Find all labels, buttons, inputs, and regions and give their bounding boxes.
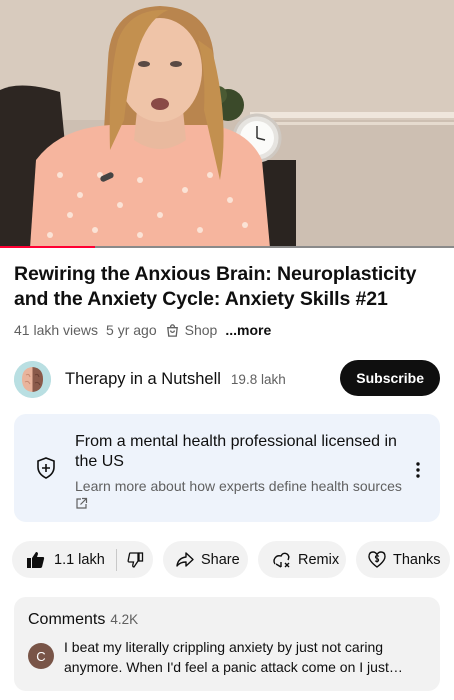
thanks-label: Thanks	[393, 551, 441, 568]
thumbs-down-icon[interactable]	[127, 551, 144, 568]
video-player[interactable]	[0, 0, 454, 248]
video-progress-fill	[0, 246, 96, 248]
video-progress-bar[interactable]	[0, 246, 454, 248]
video-meta-row[interactable]: 41 lakh views 5 yr ago Shop ...more	[14, 322, 279, 338]
thumbs-up-icon[interactable]	[26, 551, 45, 569]
action-bar: 1.1 lakh Share Remix Thanks	[12, 541, 450, 578]
shop-link[interactable]: Shop	[165, 322, 218, 338]
comments-section[interactable]: Comments 4.2K C I beat my literally cripp…	[14, 597, 440, 691]
commenter-avatar[interactable]: C	[28, 643, 54, 669]
more-button[interactable]: ...more	[225, 322, 271, 338]
kebab-menu-icon[interactable]	[416, 462, 420, 478]
view-count: 41 lakh views	[14, 322, 99, 338]
health-learn-more-text: Learn more about how experts define heal…	[75, 478, 402, 494]
brain-logo-icon	[14, 360, 51, 398]
like-dislike-divider	[115, 548, 117, 571]
thanks-heart-dollar-icon	[368, 551, 386, 568]
subscribe-button[interactable]: Subscribe	[340, 360, 440, 396]
shop-label: Shop	[184, 322, 218, 338]
health-card-title: From a mental health professional licens…	[75, 433, 397, 470]
external-link-icon	[76, 497, 88, 509]
share-button[interactable]: Share	[163, 541, 248, 578]
comments-count: 4.2K	[110, 612, 139, 627]
channel-avatar[interactable]	[14, 360, 51, 398]
video-title: Rewiring the Anxious Brain: Neuroplastic…	[14, 263, 417, 310]
video-frame	[0, 0, 454, 248]
shield-plus-icon	[37, 457, 55, 479]
like-count[interactable]: 1.1 lakh	[54, 552, 105, 568]
top-comment-text: I beat my literally crippling anxiety by…	[64, 639, 389, 675]
subscriber-count: 19.8 lakh	[230, 371, 286, 387]
upload-age: 5 yr ago	[106, 322, 157, 338]
comments-header: Comments 4.2K	[28, 611, 138, 629]
thanks-button[interactable]: Thanks	[356, 541, 450, 578]
share-arrow-icon	[176, 551, 194, 567]
comments-title: Comments	[28, 611, 106, 628]
channel-name[interactable]: Therapy in a Nutshell	[65, 370, 221, 389]
channel-row[interactable]: Therapy in a Nutshell 19.8 lakh Subscrib…	[14, 358, 442, 400]
like-dislike-pill: 1.1 lakh	[12, 541, 153, 578]
remix-icon	[273, 552, 290, 568]
health-info-card[interactable]: From a mental health professional licens…	[14, 414, 440, 522]
shop-bag-icon	[166, 323, 178, 337]
remix-button[interactable]: Remix	[258, 541, 346, 578]
remix-label: Remix	[298, 551, 340, 568]
share-label: Share	[201, 551, 240, 568]
health-learn-more-link[interactable]: Learn more about how experts define heal…	[75, 477, 415, 510]
